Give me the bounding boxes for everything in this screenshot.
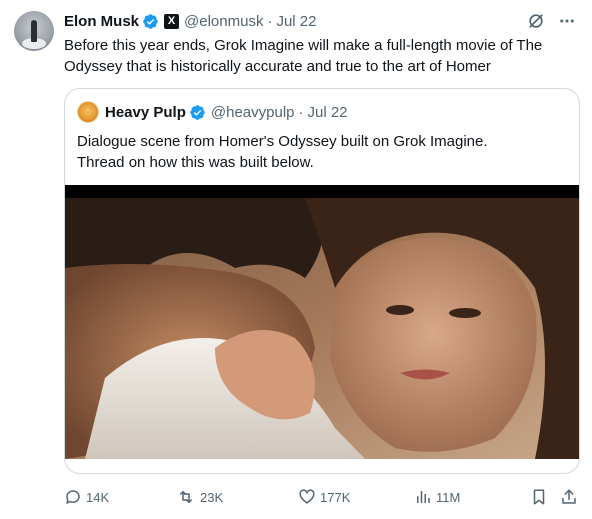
quoted-author-name[interactable]: Heavy Pulp [105, 104, 186, 121]
views-chart-icon [417, 491, 430, 503]
tweet-action-bar: 14K 23K 177K 11M [64, 486, 580, 508]
tweet-top-actions [526, 10, 576, 32]
repost-icon [180, 491, 192, 503]
author-avatar[interactable] [14, 11, 54, 51]
quoted-author-handle[interactable]: @heavypulp [211, 104, 295, 121]
grok-icon[interactable] [526, 11, 546, 31]
verified-badge-icon [143, 13, 158, 29]
author-name[interactable]: Elon Musk [64, 13, 139, 30]
quoted-tweet-text: Dialogue scene from Homer's Odyssey buil… [77, 131, 567, 173]
share-button[interactable] [560, 486, 578, 508]
film-still-image [65, 198, 579, 459]
bookmark-icon [533, 489, 545, 505]
quoted-text-line-1: Dialogue scene from Homer's Odyssey buil… [77, 133, 488, 150]
heart-icon [299, 489, 315, 504]
like-count: 177K [320, 489, 351, 505]
quoted-tweet-date[interactable]: Jul 22 [308, 104, 348, 121]
repost-button[interactable]: 23K [176, 486, 223, 508]
quoted-author-avatar[interactable] [77, 101, 99, 123]
tweet-date[interactable]: Jul 22 [276, 13, 316, 30]
tweet-header: Elon Musk X @elonmusk · Jul 22 [64, 10, 316, 32]
views-count: 11M [436, 489, 461, 505]
quoted-tweet[interactable]: Heavy Pulp @heavypulp · Jul 22 Dialogue … [64, 88, 580, 474]
reply-button[interactable]: 14K [64, 486, 109, 508]
share-icon [562, 489, 576, 504]
reply-icon [66, 490, 80, 504]
x-affiliate-badge-icon: X [164, 13, 180, 29]
more-options-icon[interactable] [558, 12, 576, 30]
repost-count: 23K [200, 489, 224, 505]
avatar-rocket [31, 20, 37, 42]
quoted-media-video[interactable] [65, 185, 579, 459]
bookmark-button[interactable] [530, 486, 548, 508]
quoted-verified-badge-icon [190, 104, 205, 120]
quoted-tweet-header: Heavy Pulp @heavypulp · Jul 22 [105, 101, 348, 123]
like-button[interactable]: 177K [298, 486, 350, 508]
tweet-text: Before this year ends, Grok Imagine will… [64, 37, 543, 75]
views-button[interactable]: 11M [414, 486, 460, 508]
author-handle[interactable]: @elonmusk [184, 13, 263, 30]
reply-count: 14K [86, 489, 110, 505]
quoted-text-line-2: Thread on how this was built below. [77, 154, 314, 171]
separator-dot: · [267, 12, 273, 30]
quoted-separator-dot: · [298, 103, 304, 121]
